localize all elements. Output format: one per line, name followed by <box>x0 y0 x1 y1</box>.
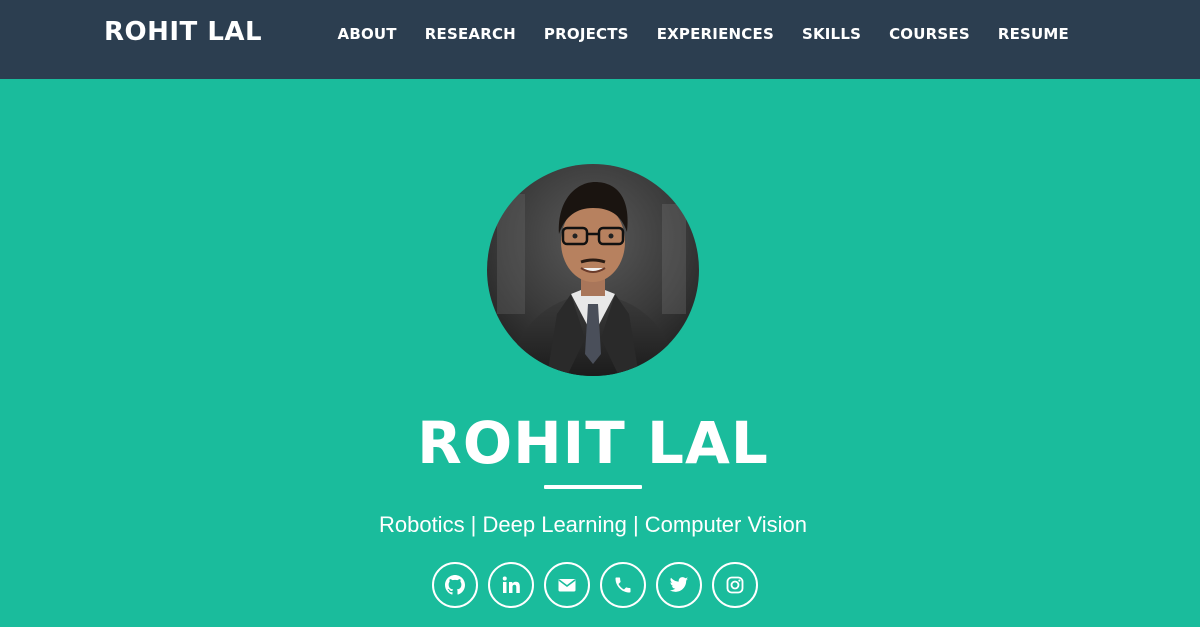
nav-link-courses[interactable]: COURSES <box>889 25 970 43</box>
nav-links: ABOUT RESEARCH PROJECTS EXPERIENCES SKIL… <box>338 25 1069 43</box>
linkedin-icon <box>502 576 520 593</box>
instagram-button[interactable] <box>712 562 758 608</box>
phone-button[interactable] <box>600 562 646 608</box>
github-icon <box>445 575 465 595</box>
nav-link-projects[interactable]: PROJECTS <box>544 25 629 43</box>
nav-link-resume[interactable]: RESUME <box>998 25 1069 43</box>
email-button[interactable] <box>544 562 590 608</box>
phone-icon <box>615 577 631 593</box>
navbar: ROHIT LAL ABOUT RESEARCH PROJECTS EXPERI… <box>0 0 1200 79</box>
linkedin-button[interactable] <box>488 562 534 608</box>
nav-link-experiences[interactable]: EXPERIENCES <box>657 25 774 43</box>
avatar <box>487 164 699 376</box>
twitter-button[interactable] <box>656 562 702 608</box>
masthead: ROHIT LAL Robotics | Deep Learning | Com… <box>0 79 1200 627</box>
hero-name: ROHIT LAL <box>417 409 769 477</box>
github-button[interactable] <box>432 562 478 608</box>
nav-link-about[interactable]: ABOUT <box>338 25 397 43</box>
hero-tagline: Robotics | Deep Learning | Computer Visi… <box>378 512 808 537</box>
nav-link-research[interactable]: RESEARCH <box>425 25 516 43</box>
avatar-portrait <box>487 164 699 376</box>
brand-link[interactable]: ROHIT LAL <box>104 17 262 47</box>
instagram-icon <box>726 576 744 594</box>
envelope-icon <box>558 579 576 592</box>
social-links <box>432 562 758 608</box>
divider-line <box>544 485 642 489</box>
nav-link-skills[interactable]: SKILLS <box>802 25 861 43</box>
twitter-icon <box>669 577 689 592</box>
